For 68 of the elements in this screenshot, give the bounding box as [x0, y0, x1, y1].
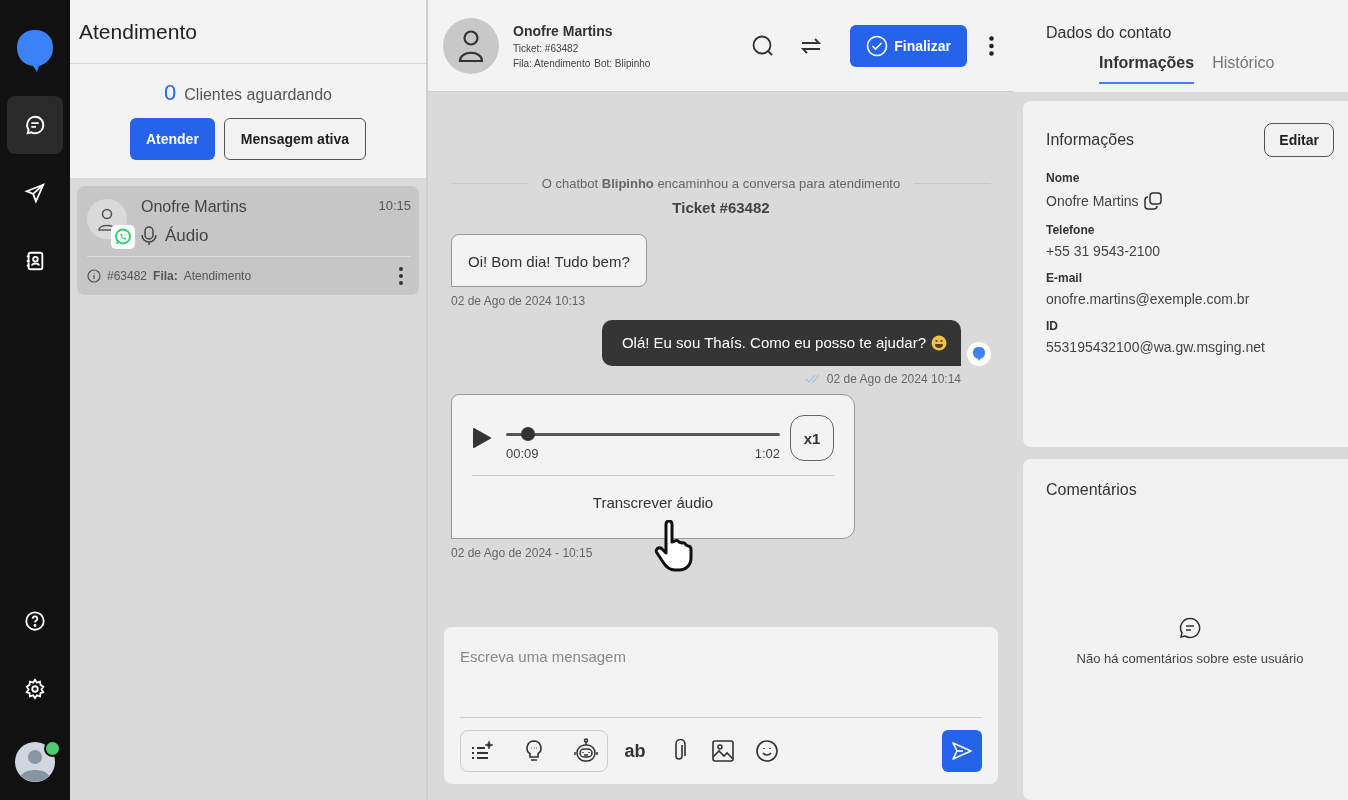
transcribe-audio-link[interactable]: Transcrever áudio [592, 494, 714, 511]
send-button[interactable] [942, 730, 982, 772]
card-title: Comentários [1046, 481, 1138, 499]
ticket-number: #63482 [107, 269, 148, 283]
chat-bubble-icon [24, 114, 46, 136]
tab[interactable]: Informações [1099, 54, 1195, 84]
field-value: onofre.martins@exemple.com.br [1046, 291, 1250, 307]
field-value: +55 31 9543-2100 [1046, 243, 1161, 259]
system-message: O chatbot Blipinho encaminhou a conversa para atendimento [541, 176, 901, 191]
panel-title: Atendimento [79, 19, 197, 44]
message-time: 10:15 [378, 198, 411, 215]
smiling-emoji-icon [931, 334, 947, 351]
message-input-field[interactable]: Escreva uma mensagem [460, 645, 982, 718]
paper-plane-icon [24, 182, 46, 204]
incoming-message: Oi! Bom dia! Tudo bem? [451, 234, 647, 287]
send-icon [951, 740, 973, 762]
contact-book-icon [24, 250, 46, 272]
field-value: Onofre Martins [1046, 193, 1139, 209]
check-circle-icon [866, 34, 889, 57]
queue-name: Fila: Atendimento [513, 57, 591, 69]
empty-comments-text: Não há comentários sobre este usuário [1076, 651, 1304, 666]
playback-speed-button[interactable]: x1 [790, 415, 834, 461]
person-icon [456, 27, 486, 64]
copy-icon[interactable] [1142, 191, 1163, 211]
field-label: E-mail [1046, 271, 1083, 285]
speech-bubble-logo-icon [15, 28, 55, 74]
ticket-title: Ticket #63482 [671, 199, 771, 216]
contact-name: Onofre Martins [513, 22, 614, 39]
active-message-button[interactable]: Mensagem ativa [223, 118, 367, 160]
audio-progress-thumb[interactable] [520, 427, 535, 441]
comment-icon [1179, 617, 1201, 639]
field-label: Telefone [1046, 223, 1096, 237]
message-time: 02 de Ago de 2024 - 10:15 [451, 546, 593, 560]
chat-nav-button[interactable] [7, 96, 63, 154]
text-format-button[interactable]: ab [618, 734, 652, 768]
field-label: Nome [1046, 171, 1081, 185]
tab[interactable]: Histórico [1212, 54, 1275, 84]
panel-title: Dados do contato [1046, 24, 1173, 42]
bot-avatar-icon [967, 342, 991, 366]
audio-duration: 1:02 [754, 446, 780, 461]
message-time: 02 de Ago de 2024 10:13 [451, 294, 586, 308]
message-input[interactable]: Escreva uma mensagem [460, 645, 982, 667]
play-icon [472, 427, 492, 449]
vertical-dots-icon [399, 267, 403, 285]
contact-name: Onofre Martins [141, 198, 247, 216]
message-time: 02 de Ago de 2024 10:14 [826, 372, 961, 386]
help-icon [24, 610, 46, 632]
field-label: ID [1046, 319, 1059, 333]
message-preview: Áudio [165, 226, 209, 246]
attend-button[interactable]: Atender [129, 118, 215, 160]
info-icon [87, 269, 101, 283]
waiting-label: Clientes aguardando [184, 86, 332, 104]
waiting-count: 0 [164, 80, 177, 106]
outgoing-message: Olá! Eu sou Thaís. Como eu posso te ajudar? [621, 334, 926, 351]
field-value: 553195432100@wa.gw.msging.net [1046, 339, 1265, 355]
microphone-icon [141, 226, 157, 246]
edit-button[interactable]: Editar [1264, 123, 1334, 157]
settings-icon [24, 678, 46, 700]
queue-label: Fila: [153, 269, 178, 283]
vertical-dots-icon [989, 35, 994, 56]
whatsapp-icon [111, 225, 135, 249]
finish-button[interactable]: Finalizar [850, 24, 967, 67]
card-title: Informações [1046, 131, 1135, 149]
ticket-number: Ticket: #63482 [513, 42, 580, 54]
bot-name: Bot: Blipinho [594, 57, 651, 69]
queue-name: Atendimento [183, 269, 252, 283]
conversation-card[interactable]: Onofre Martins 10:15 Áudio #63482 Fila: Atendimento [77, 186, 419, 295]
elapsed-time: 00:09 [506, 446, 539, 461]
